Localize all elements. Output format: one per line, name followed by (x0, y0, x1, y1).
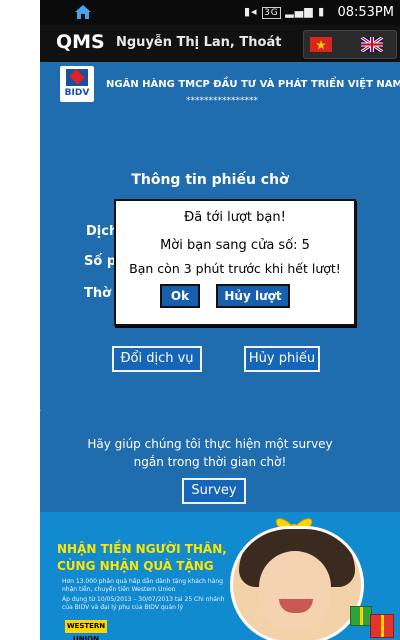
bank-stars: **************** (186, 96, 258, 106)
ticket-label-time: Thờ (84, 286, 112, 301)
language-switcher (303, 30, 397, 59)
ticket-info-title: Thông tin phiếu chờ (131, 172, 289, 188)
user-name: Nguyễn Thị Lan, Thoát (116, 35, 282, 50)
gift-box-icon (350, 606, 372, 626)
home-icon[interactable] (74, 4, 92, 20)
survey-prompt: Hãy giúp chúng tôi thực hiện một survey … (40, 435, 380, 471)
app-header: QMS Nguyễn Thị Lan, Thoát (40, 25, 400, 62)
promo-headline-line1: NHẬN TIỀN NGƯỜI THÂN, (57, 542, 227, 556)
vietnam-flag-icon[interactable] (310, 37, 332, 52)
cancel-ticket-button[interactable]: Hủy phiếu (244, 346, 320, 372)
turn-notification-dialog: Đã tới lượt bạn! Mời bạn sang cửa số: 5 … (114, 199, 356, 326)
survey-button[interactable]: Survey (182, 478, 246, 504)
status-bar: ▮◂ 3G ▂▄▆ ▮ 08:53PM (40, 0, 400, 25)
divider (40, 410, 41, 411)
clock: 08:53PM (337, 5, 394, 20)
change-service-button[interactable]: Đổi dịch vụ (112, 346, 202, 372)
bidv-logo-text: BIDV (64, 88, 90, 98)
promo-bullet-2: Áp dụng từ 10/05/2013 – 30/07/2013 tại 2… (62, 596, 225, 611)
dialog-counter-message: Mời bạn sang cửa số: 5 (160, 238, 310, 253)
promo-headline-line2: CÙNG NHẬN QUÀ TẶNG (57, 559, 214, 573)
vibrate-icon: ▮◂ (244, 5, 258, 18)
bank-name: NGÂN HÀNG TMCP ĐẦU TƯ VÀ PHÁT TRIỂN VIỆT… (106, 79, 400, 90)
status-icons: ▮◂ 3G ▂▄▆ ▮ (244, 5, 326, 19)
ok-button[interactable]: Ok (160, 284, 200, 308)
western-union-promo-banner[interactable]: NHẬN TIỀN NGƯỜI THÂN, CÙNG NHẬN QUÀ TẶNG… (40, 512, 400, 640)
bidv-logo: BIDV (60, 66, 94, 102)
cancel-turn-button[interactable]: Hủy lượt (216, 284, 290, 308)
battery-icon: ▮ (318, 5, 326, 18)
app-logo: QMS (56, 31, 105, 53)
signal-icon: ▂▄▆ (285, 5, 314, 18)
network-type-label: 3G (262, 7, 281, 19)
gift-box-icon (370, 614, 394, 638)
phone-screen: ▮◂ 3G ▂▄▆ ▮ 08:53PM QMS Nguyễn Thị Lan, … (40, 0, 400, 640)
dialog-time-warning: Bạn còn 3 phút trước khi hết lượt! (129, 261, 341, 276)
smiling-girl-photo (230, 526, 364, 640)
survey-prompt-line2: ngắn trong thời gian chờ! (133, 455, 287, 469)
uk-flag-icon[interactable] (361, 37, 383, 52)
western-union-logo: WESTERN UNION (65, 620, 107, 640)
bidv-mark-icon (66, 69, 88, 86)
promo-bullet-1: Hơn 13.000 phần quà hấp dẫn dành tặng kh… (62, 578, 223, 593)
promo-details: Hơn 13.000 phần quà hấp dẫn dành tặng kh… (62, 578, 230, 612)
promo-headline: NHẬN TIỀN NGƯỜI THÂN, CÙNG NHẬN QUÀ TẶNG (57, 541, 227, 575)
bank-header: BIDV NGÂN HÀNG TMCP ĐẦU TƯ VÀ PHÁT TRIỂN… (52, 64, 400, 108)
dialog-title: Đã tới lượt bạn! (184, 210, 286, 225)
survey-prompt-line1: Hãy giúp chúng tôi thực hiện một survey (87, 437, 333, 451)
ticket-label-number: Số p (84, 254, 117, 269)
